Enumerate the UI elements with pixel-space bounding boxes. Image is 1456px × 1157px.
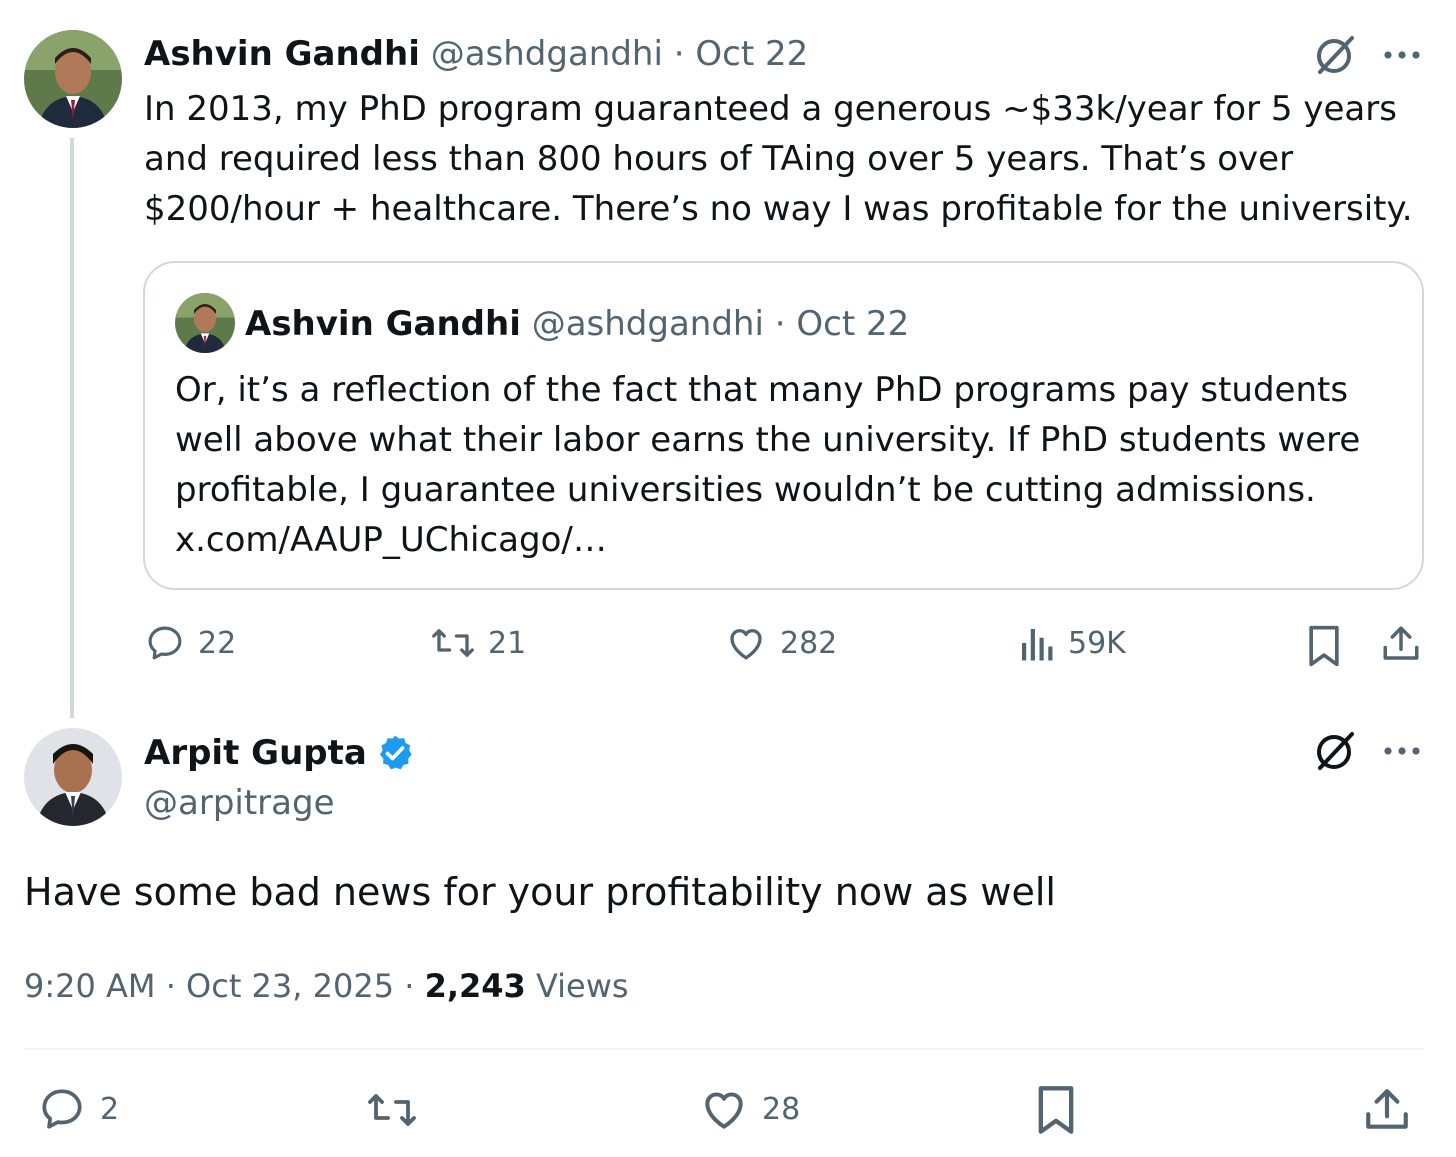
views-count: 2,243 [424, 967, 526, 1005]
share-icon[interactable] [1362, 1084, 1412, 1136]
reply-count: 2 [100, 1091, 120, 1127]
reply-button[interactable]: 22 [144, 622, 236, 664]
quoted-tweet-link[interactable]: x.com/AAUP_UChicago/… [175, 520, 607, 560]
quoted-tweet-body: Or, it’s a reflection of the fact that m… [175, 370, 1361, 510]
bookmark-icon[interactable] [1034, 1084, 1078, 1136]
reply-count: 22 [198, 625, 237, 661]
avatar[interactable] [24, 30, 122, 128]
grok-icon[interactable] [1312, 32, 1358, 78]
author-name: Ashvin Gandhi [245, 304, 521, 344]
like-button[interactable]: 28 [698, 1084, 800, 1134]
like-button[interactable]: 282 [724, 622, 837, 664]
tweet-date[interactable]: Oct 23, 2025 [186, 967, 394, 1005]
like-count: 282 [780, 625, 838, 661]
views-label: Views [535, 967, 629, 1005]
separator-dot: · [404, 967, 415, 1005]
thread-connector-line [70, 138, 74, 718]
quoted-tweet-text: Or, it’s a reflection of the fact that m… [175, 365, 1395, 565]
avatar[interactable] [24, 728, 122, 826]
reply-icon [42, 1089, 82, 1129]
separator-dot: · [165, 967, 176, 1005]
like-icon [730, 629, 762, 660]
separator-dot: · [673, 34, 685, 74]
repost-icon[interactable] [364, 1086, 420, 1134]
reply-button[interactable]: 2 [36, 1084, 119, 1134]
author-name[interactable]: Arpit Gupta [144, 731, 367, 775]
parent-tweet-header: Ashvin Gandhi @ashdgandhi · Oct 22 [144, 32, 808, 76]
author-name[interactable]: Ashvin Gandhi [144, 34, 420, 74]
author-handle[interactable]: @ashdgandhi [431, 34, 663, 74]
like-count: 28 [762, 1091, 801, 1127]
avatar [175, 293, 235, 353]
quoted-tweet-card[interactable]: Ashvin Gandhi @ashdgandhi · Oct 22 Or, i… [143, 261, 1424, 590]
main-tweet-text: Have some bad news for your profitabilit… [24, 870, 1056, 914]
tweet-date[interactable]: Oct 22 [695, 34, 808, 74]
quoted-tweet-header: Ashvin Gandhi @ashdgandhi · Oct 22 [245, 302, 909, 346]
author-handle: @ashdgandhi [531, 304, 764, 344]
more-icon[interactable] [1382, 736, 1422, 766]
tweet-time[interactable]: 9:20 AM [24, 967, 156, 1005]
views-button[interactable]: 59K [1016, 622, 1126, 664]
bookmark-icon[interactable] [1304, 624, 1344, 668]
repost-count: 21 [488, 625, 527, 661]
author-handle[interactable]: @arpitrage [144, 781, 335, 825]
reply-icon [148, 626, 182, 660]
verified-badge-icon[interactable] [375, 733, 415, 773]
repost-button[interactable]: 21 [430, 622, 526, 664]
views-icon [1022, 629, 1053, 661]
parent-tweet-text: In 2013, my PhD program guaranteed a gen… [144, 89, 1413, 229]
more-icon[interactable] [1382, 40, 1422, 70]
tweet-date: Oct 22 [796, 304, 910, 344]
tweet-metadata: 9:20 AM · Oct 23, 2025 · 2,243 Views [24, 962, 629, 1010]
views-count: 59K [1068, 625, 1126, 661]
divider [24, 1048, 1424, 1050]
separator-dot: · [774, 304, 786, 344]
share-icon[interactable] [1380, 622, 1422, 666]
like-icon [705, 1092, 743, 1129]
grok-icon[interactable] [1312, 728, 1358, 774]
repost-icon [432, 629, 474, 657]
main-tweet-author: Arpit Gupta [144, 731, 415, 775]
